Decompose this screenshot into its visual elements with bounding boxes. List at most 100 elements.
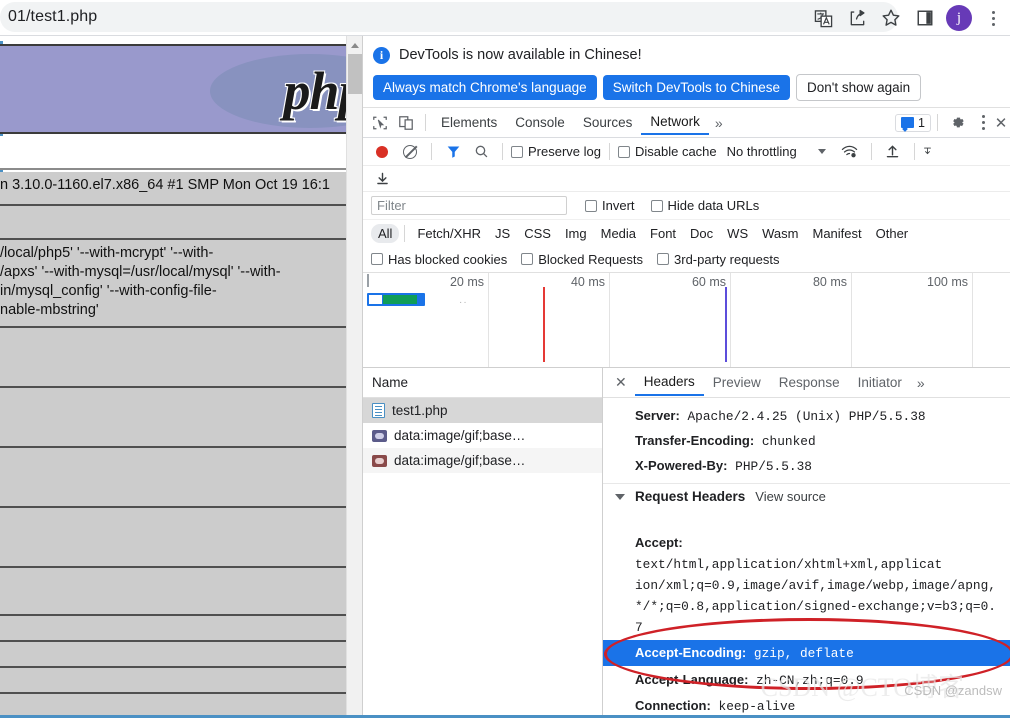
type-filter-js[interactable]: JS [488,224,517,243]
inspect-element-icon[interactable] [367,111,393,135]
always-match-language-button[interactable]: Always match Chrome's language [373,75,597,100]
network-conditions-icon[interactable] [837,140,863,164]
more-detail-tabs-icon[interactable]: » [911,375,931,391]
throttling-dropdown-caret-icon[interactable] [809,140,835,164]
detail-tab-headers[interactable]: Headers [635,369,704,396]
address-bar[interactable]: 01/test1.php [0,2,898,32]
request-header-accept: Accept: text/html,application/xhtml+xml,… [603,509,1010,640]
more-tabs-icon[interactable]: » [709,115,729,131]
detail-tab-preview[interactable]: Preview [704,370,770,395]
type-filter-wasm[interactable]: Wasm [755,224,805,243]
network-split-view: Name test1.php data:image/gif;base… data… [363,368,1010,718]
tab-sources[interactable]: Sources [574,111,642,134]
switch-devtools-language-button[interactable]: Switch DevTools to Chinese [603,75,790,100]
hide-data-urls-checkbox[interactable]: Hide data URLs [651,198,760,213]
detail-tab-response[interactable]: Response [770,370,849,395]
tabbar-divider-2 [937,114,938,131]
request-row-test1-php[interactable]: test1.php [363,398,602,423]
request-list-header[interactable]: Name [363,368,602,398]
network-overview-timeline[interactable]: 20 ms 40 ms 60 ms 80 ms 100 ms ·· [363,273,1010,368]
invert-checkbox[interactable]: Invert [585,198,635,213]
gear-icon[interactable] [944,111,970,135]
column-header-name: Name [372,375,408,390]
section-label: Request Headers [635,489,745,504]
overview-tick-20ms: 20 ms [450,275,488,289]
detail-tab-initiator[interactable]: Initiator [849,370,911,395]
view-source-link[interactable]: View source [755,489,826,504]
share-icon[interactable] [840,1,874,35]
request-row-data-image-1[interactable]: data:image/gif;base… [363,423,602,448]
has-blocked-cookies-checkbox[interactable]: Has blocked cookies [371,252,507,267]
devtools-menu-icon[interactable] [970,111,996,135]
chevron-down-icon [615,494,625,500]
type-filter-doc[interactable]: Doc [683,224,720,243]
export-har-icon[interactable] [923,140,932,164]
page-scrollbar[interactable] [346,36,362,718]
tab-network[interactable]: Network [641,110,709,135]
search-icon[interactable] [468,140,494,164]
disable-cache-checkbox[interactable]: Disable cache [618,144,717,159]
phpinfo-row [0,668,346,694]
type-filter-all[interactable]: All [371,224,399,243]
clear-requests-button[interactable] [397,140,423,164]
translate-icon[interactable] [806,1,840,35]
filter-toggle-icon[interactable] [440,140,466,164]
request-detail-pane: ✕ Headers Preview Response Initiator » S… [603,368,1010,718]
phpinfo-page: php n 3.10.0-1160.el7.x86_64 #1 SMP Mon … [0,36,346,718]
phpinfo-row [0,328,346,388]
browser-action-icons: j [806,0,1010,36]
overview-gridline [488,273,489,367]
request-header-accept-encoding: Accept-Encoding: gzip, deflate [603,640,1010,666]
preserve-log-label: Preserve log [528,144,601,159]
chrome-menu-icon[interactable] [976,1,1010,35]
image-icon [372,430,387,442]
throttling-select[interactable]: No throttling [727,144,797,159]
type-filter-other[interactable]: Other [869,224,916,243]
type-filter-manifest[interactable]: Manifest [805,224,868,243]
filter-input[interactable] [371,196,567,215]
bookmark-star-icon[interactable] [874,1,908,35]
import-har-icon[interactable] [880,140,906,164]
type-filter-font[interactable]: Font [643,224,683,243]
preserve-log-checkbox[interactable]: Preserve log [511,144,601,159]
blocked-requests-checkbox[interactable]: Blocked Requests [521,252,643,267]
message-count: 1 [918,116,925,130]
tab-console[interactable]: Console [506,111,574,134]
overview-request-bar-download [383,295,417,304]
type-filter-fetch-xhr[interactable]: Fetch/XHR [410,224,488,243]
console-message-badge[interactable]: 1 [895,114,931,132]
network-filter-row: Invert Hide data URLs [363,192,1010,220]
header-value: gzip, deflate [754,646,854,661]
record-button[interactable] [369,140,395,164]
has-blocked-cookies-label: Has blocked cookies [388,252,507,267]
toggle-device-toolbar-icon[interactable] [393,111,419,135]
devtools-close-icon[interactable]: ✕ [996,111,1006,135]
overview-tick-80ms: 80 ms [813,275,851,289]
third-party-requests-checkbox[interactable]: 3rd-party requests [657,252,780,267]
request-headers-section-title[interactable]: Request Headers View source [603,483,1010,509]
download-har-icon[interactable] [369,167,395,191]
scrollbar-up-arrow-icon[interactable] [347,38,363,52]
devtools-language-banner: i DevTools is now available in Chinese! … [363,36,1010,108]
type-filter-media[interactable]: Media [594,224,643,243]
profile-avatar[interactable]: j [942,1,976,35]
header-key: Accept: [635,535,683,550]
type-filter-ws[interactable]: WS [720,224,755,243]
response-header-x-powered-by: X-Powered-By: PHP/5.5.38 [603,454,1010,483]
tab-elements[interactable]: Elements [432,111,506,134]
disable-cache-label: Disable cache [635,144,717,159]
watermark-text: CSDN @zandsw [904,683,1002,698]
header-key: Transfer-Encoding: [635,433,754,448]
address-bar-text: 01/test1.php [0,8,97,26]
side-panel-icon[interactable] [908,1,942,35]
scrollbar-thumb[interactable] [348,54,362,94]
phpinfo-row [0,206,346,240]
close-detail-icon[interactable]: ✕ [607,374,635,391]
devtools-panel: i DevTools is now available in Chinese! … [362,36,1010,718]
dont-show-again-button[interactable]: Don't show again [796,74,921,101]
resource-type-filters: All Fetch/XHR JS CSS Img Media Font Doc … [363,220,1010,246]
request-row-data-image-2[interactable]: data:image/gif;base… [363,448,602,473]
overview-gridline [609,273,610,367]
type-filter-css[interactable]: CSS [517,224,558,243]
type-filter-img[interactable]: Img [558,224,594,243]
